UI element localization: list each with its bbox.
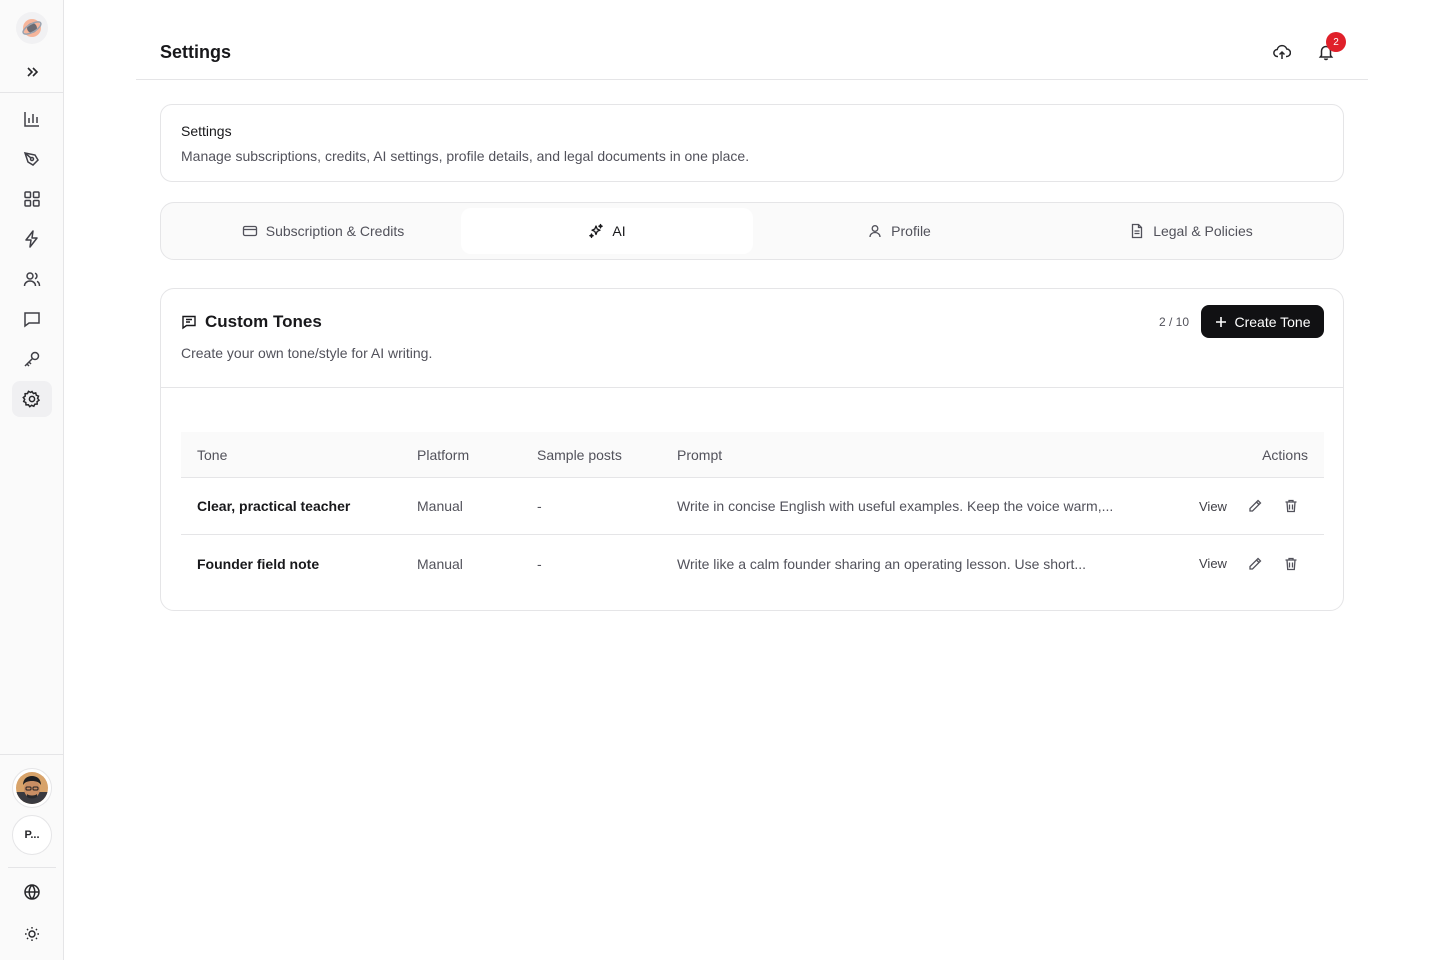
document-icon: [1132, 223, 1143, 239]
sparkles-icon: [589, 223, 604, 239]
user-icon: [869, 225, 881, 238]
tone-prompt: Write in concise English with useful exa…: [677, 478, 1147, 534]
message-square-text-icon: [182, 315, 196, 330]
tone-name: Founder field note: [197, 555, 320, 572]
settings-intro-card: Settings Manage subscriptions, credits, …: [160, 104, 1344, 182]
intro-title: Settings: [181, 123, 232, 139]
settings-icon: [22, 390, 41, 408]
chart-icon: [24, 112, 39, 127]
key-icon: [24, 351, 40, 367]
tone-count: 2 / 10: [1159, 315, 1190, 329]
language-button[interactable]: [12, 874, 52, 910]
tab-label: Subscription & Credits: [265, 223, 405, 239]
sidebar-item-team[interactable]: [12, 261, 52, 297]
view-tone-button[interactable]: View: [1199, 478, 1227, 534]
view-tone-button[interactable]: View: [1199, 535, 1227, 592]
sidebar-item-dashboard[interactable]: [12, 181, 52, 217]
user-avatar[interactable]: [12, 768, 52, 808]
tone-prompt: Write like a calm founder sharing an ope…: [677, 535, 1147, 592]
create-tone-label: Create Tone: [1234, 313, 1311, 330]
logo-icon: [22, 19, 42, 37]
settings-tabs: Subscription & Credits AI Profile Legal …: [160, 202, 1344, 260]
delete-tone-button[interactable]: [1283, 478, 1299, 534]
tones-table: Tone Platform Sample posts Prompt Action…: [181, 432, 1324, 592]
pen-tool-icon: [23, 152, 39, 166]
column-header-sample-posts: Sample posts: [537, 446, 622, 463]
credit-card-icon: [242, 225, 257, 237]
tone-platform: Manual: [417, 555, 463, 572]
tab-subscription-credits[interactable]: Subscription & Credits: [177, 208, 469, 254]
tone-sample-posts: -: [537, 555, 542, 572]
sidebar-divider: [0, 754, 63, 755]
sidebar: P...: [0, 0, 64, 960]
users-icon: [23, 272, 41, 287]
tab-profile[interactable]: Profile: [753, 208, 1045, 254]
tone-platform: Manual: [417, 498, 463, 514]
tab-label: AI: [612, 223, 626, 239]
pencil-icon: [1249, 499, 1262, 512]
workspace-label: P...: [24, 829, 40, 841]
sidebar-divider: [8, 867, 56, 868]
table-row: Clear, practical teacher Manual - Write …: [181, 478, 1324, 535]
theme-toggle-button[interactable]: [12, 916, 52, 952]
tab-ai[interactable]: AI: [461, 208, 753, 254]
sidebar-item-compose[interactable]: [12, 141, 52, 177]
sidebar-item-messages[interactable]: [12, 301, 52, 337]
tab-label: Legal & Policies: [1153, 223, 1253, 239]
edit-tone-button[interactable]: [1247, 535, 1263, 592]
custom-tones-card: Custom Tones Create your own tone/style …: [160, 288, 1344, 611]
intro-description: Manage subscriptions, credits, AI settin…: [181, 148, 750, 164]
globe-icon: [24, 884, 40, 900]
cloud-upload-icon: [1273, 44, 1291, 59]
avatar-image: [16, 772, 48, 804]
lightning-icon: [25, 230, 38, 248]
tab-legal-policies[interactable]: Legal & Policies: [1045, 208, 1337, 254]
tone-prompt-text: Write like a calm founder sharing an ope…: [677, 555, 1087, 572]
page-header: Settings 2: [136, 22, 1368, 80]
expand-sidebar-button[interactable]: [12, 54, 52, 90]
table-row: Founder field note Manual - Write like a…: [181, 535, 1324, 592]
notification-badge: 2: [1326, 32, 1346, 52]
upload-button[interactable]: [1270, 40, 1294, 64]
custom-tones-description: Create your own tone/style for AI writin…: [181, 345, 433, 361]
workspace-switcher[interactable]: P...: [12, 815, 52, 855]
tab-label: Profile: [891, 223, 931, 239]
trash-icon: [1285, 557, 1297, 570]
page-title: Settings: [160, 42, 232, 62]
sidebar-item-settings[interactable]: [12, 381, 52, 417]
tone-prompt-text: Write in concise English with useful exa…: [677, 498, 1114, 514]
chevrons-right-icon: [27, 67, 39, 77]
custom-tones-header: Custom Tones Create your own tone/style …: [161, 289, 1343, 388]
column-header-prompt: Prompt: [677, 446, 723, 463]
custom-tones-title-group: Custom Tones: [181, 312, 322, 332]
sidebar-item-automations[interactable]: [12, 221, 52, 257]
grid-icon: [24, 191, 40, 207]
column-header-platform: Platform: [417, 446, 470, 463]
sun-icon: [25, 927, 39, 941]
message-icon: [24, 312, 40, 328]
plus-icon: [1216, 316, 1227, 327]
edit-tone-button[interactable]: [1247, 478, 1263, 534]
tone-sample-posts: -: [537, 498, 542, 514]
app-logo[interactable]: [16, 12, 48, 44]
sidebar-item-analytics[interactable]: [12, 101, 52, 137]
column-header-tone: Tone: [197, 446, 228, 463]
custom-tones-title: Custom Tones: [205, 312, 322, 331]
trash-icon: [1285, 499, 1297, 513]
create-tone-button[interactable]: Create Tone: [1201, 305, 1324, 338]
sidebar-item-api-keys[interactable]: [12, 341, 52, 377]
pencil-icon: [1249, 557, 1262, 570]
delete-tone-button[interactable]: [1283, 535, 1299, 592]
sidebar-divider: [0, 92, 63, 93]
column-header-actions: Actions: [1262, 446, 1308, 463]
tone-name: Clear, practical teacher: [197, 498, 351, 514]
table-header: Tone Platform Sample posts Prompt Action…: [181, 432, 1324, 478]
